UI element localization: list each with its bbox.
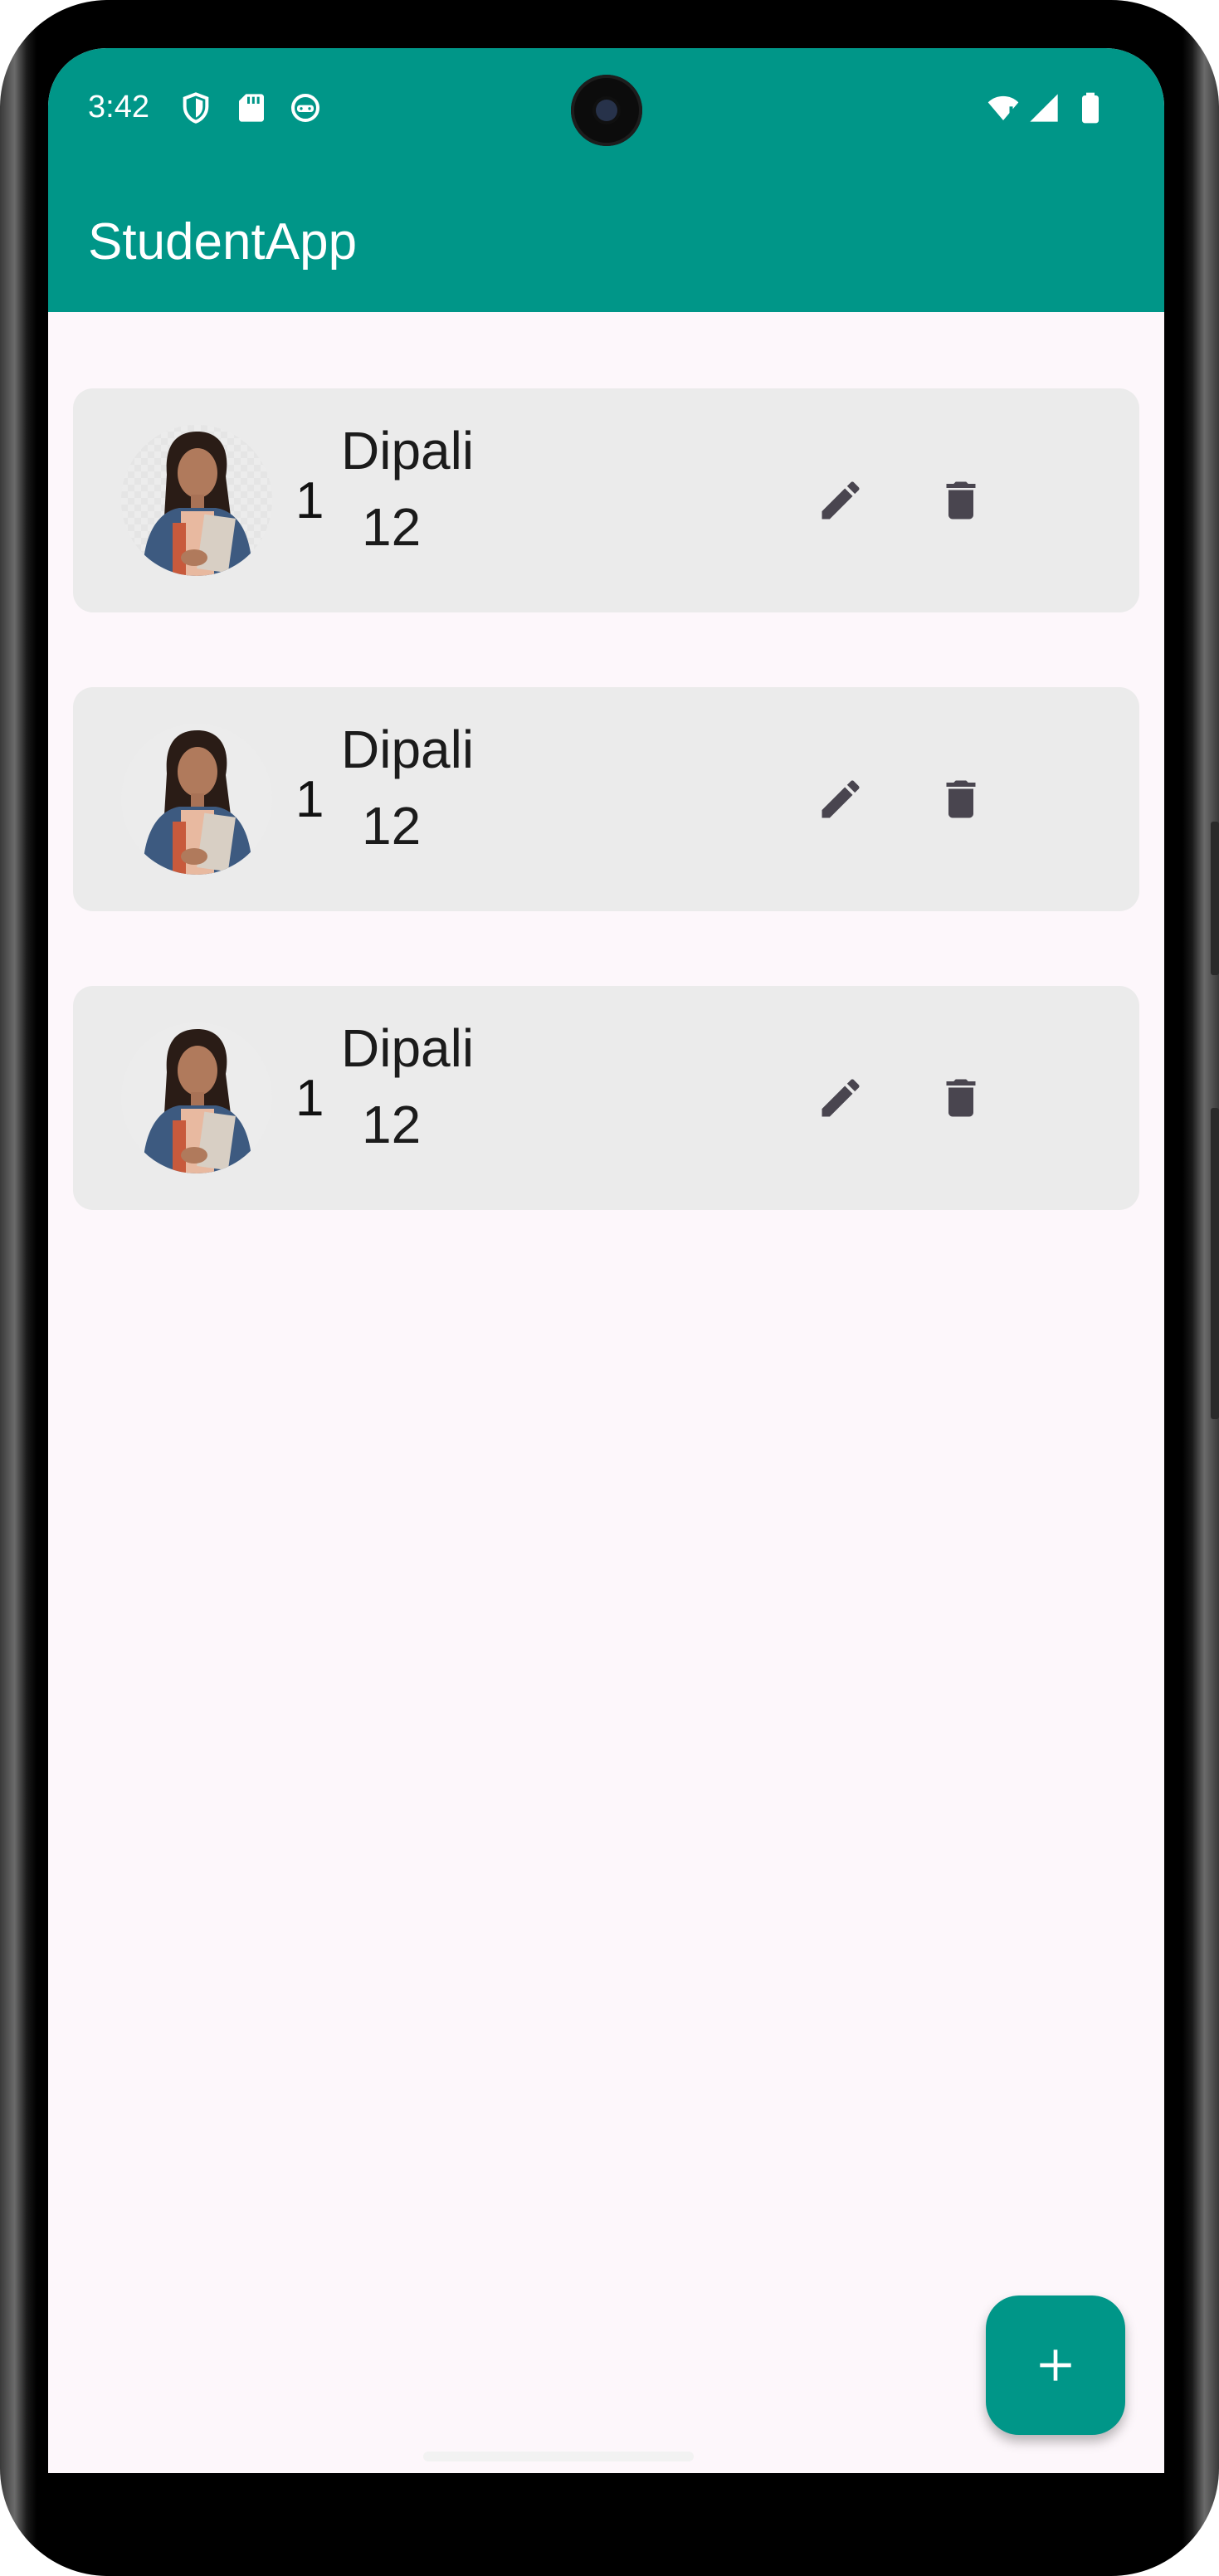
student-avatar [121,425,272,576]
delete-button[interactable] [928,467,994,534]
volume-button [1211,822,1219,975]
gesture-bar[interactable] [423,2452,694,2461]
trash-icon [946,780,976,818]
delete-button[interactable] [928,766,994,832]
student-class: 12 [362,497,422,557]
front-camera [571,75,642,146]
pencil-icon [822,481,860,520]
signal-icon [1030,94,1058,122]
pencil-icon [822,780,860,818]
edit-button[interactable] [807,467,874,534]
edit-button[interactable] [807,1065,874,1131]
trash-icon [946,1079,976,1117]
status-bar: 3:42 [48,48,1164,173]
trash-icon [946,481,976,520]
shield-icon [183,92,209,124]
plus-icon [1040,2349,1071,2381]
student-list: 1 Dipali 12 1 Dipali 12 1 Dipali 12 [73,388,1139,1285]
student-name: Dipali [341,421,475,481]
phone-frame: 3:42 StudentApp 1 Dipali 12 1 Dipali 12 … [0,0,1219,2576]
app-title: StudentApp [88,213,358,271]
student-class: 12 [362,1095,422,1154]
student-avatar [121,1022,272,1173]
student-card[interactable]: 1 Dipali 12 [73,687,1139,911]
student-roll: 1 [295,472,324,529]
screen: 3:42 StudentApp 1 Dipali 12 1 Dipali 12 … [48,48,1164,2473]
student-card[interactable]: 1 Dipali 12 [73,986,1139,1210]
pencil-icon [822,1079,860,1117]
student-name: Dipali [341,1018,475,1078]
android-icon [291,94,319,122]
student-card[interactable]: 1 Dipali 12 [73,388,1139,612]
power-button [1211,1108,1219,1419]
wifi-icon [987,95,1019,120]
sd-card-icon [239,94,264,122]
student-name: Dipali [341,720,475,779]
battery-icon [1082,92,1099,124]
add-student-button[interactable] [986,2295,1125,2435]
student-roll: 1 [295,1070,324,1127]
app-bar: 3:42 StudentApp [48,48,1164,312]
delete-button[interactable] [928,1065,994,1131]
student-roll: 1 [295,771,324,828]
student-avatar [121,724,272,875]
student-class: 12 [362,796,422,856]
edit-button[interactable] [807,766,874,832]
status-time: 3:42 [88,90,149,124]
